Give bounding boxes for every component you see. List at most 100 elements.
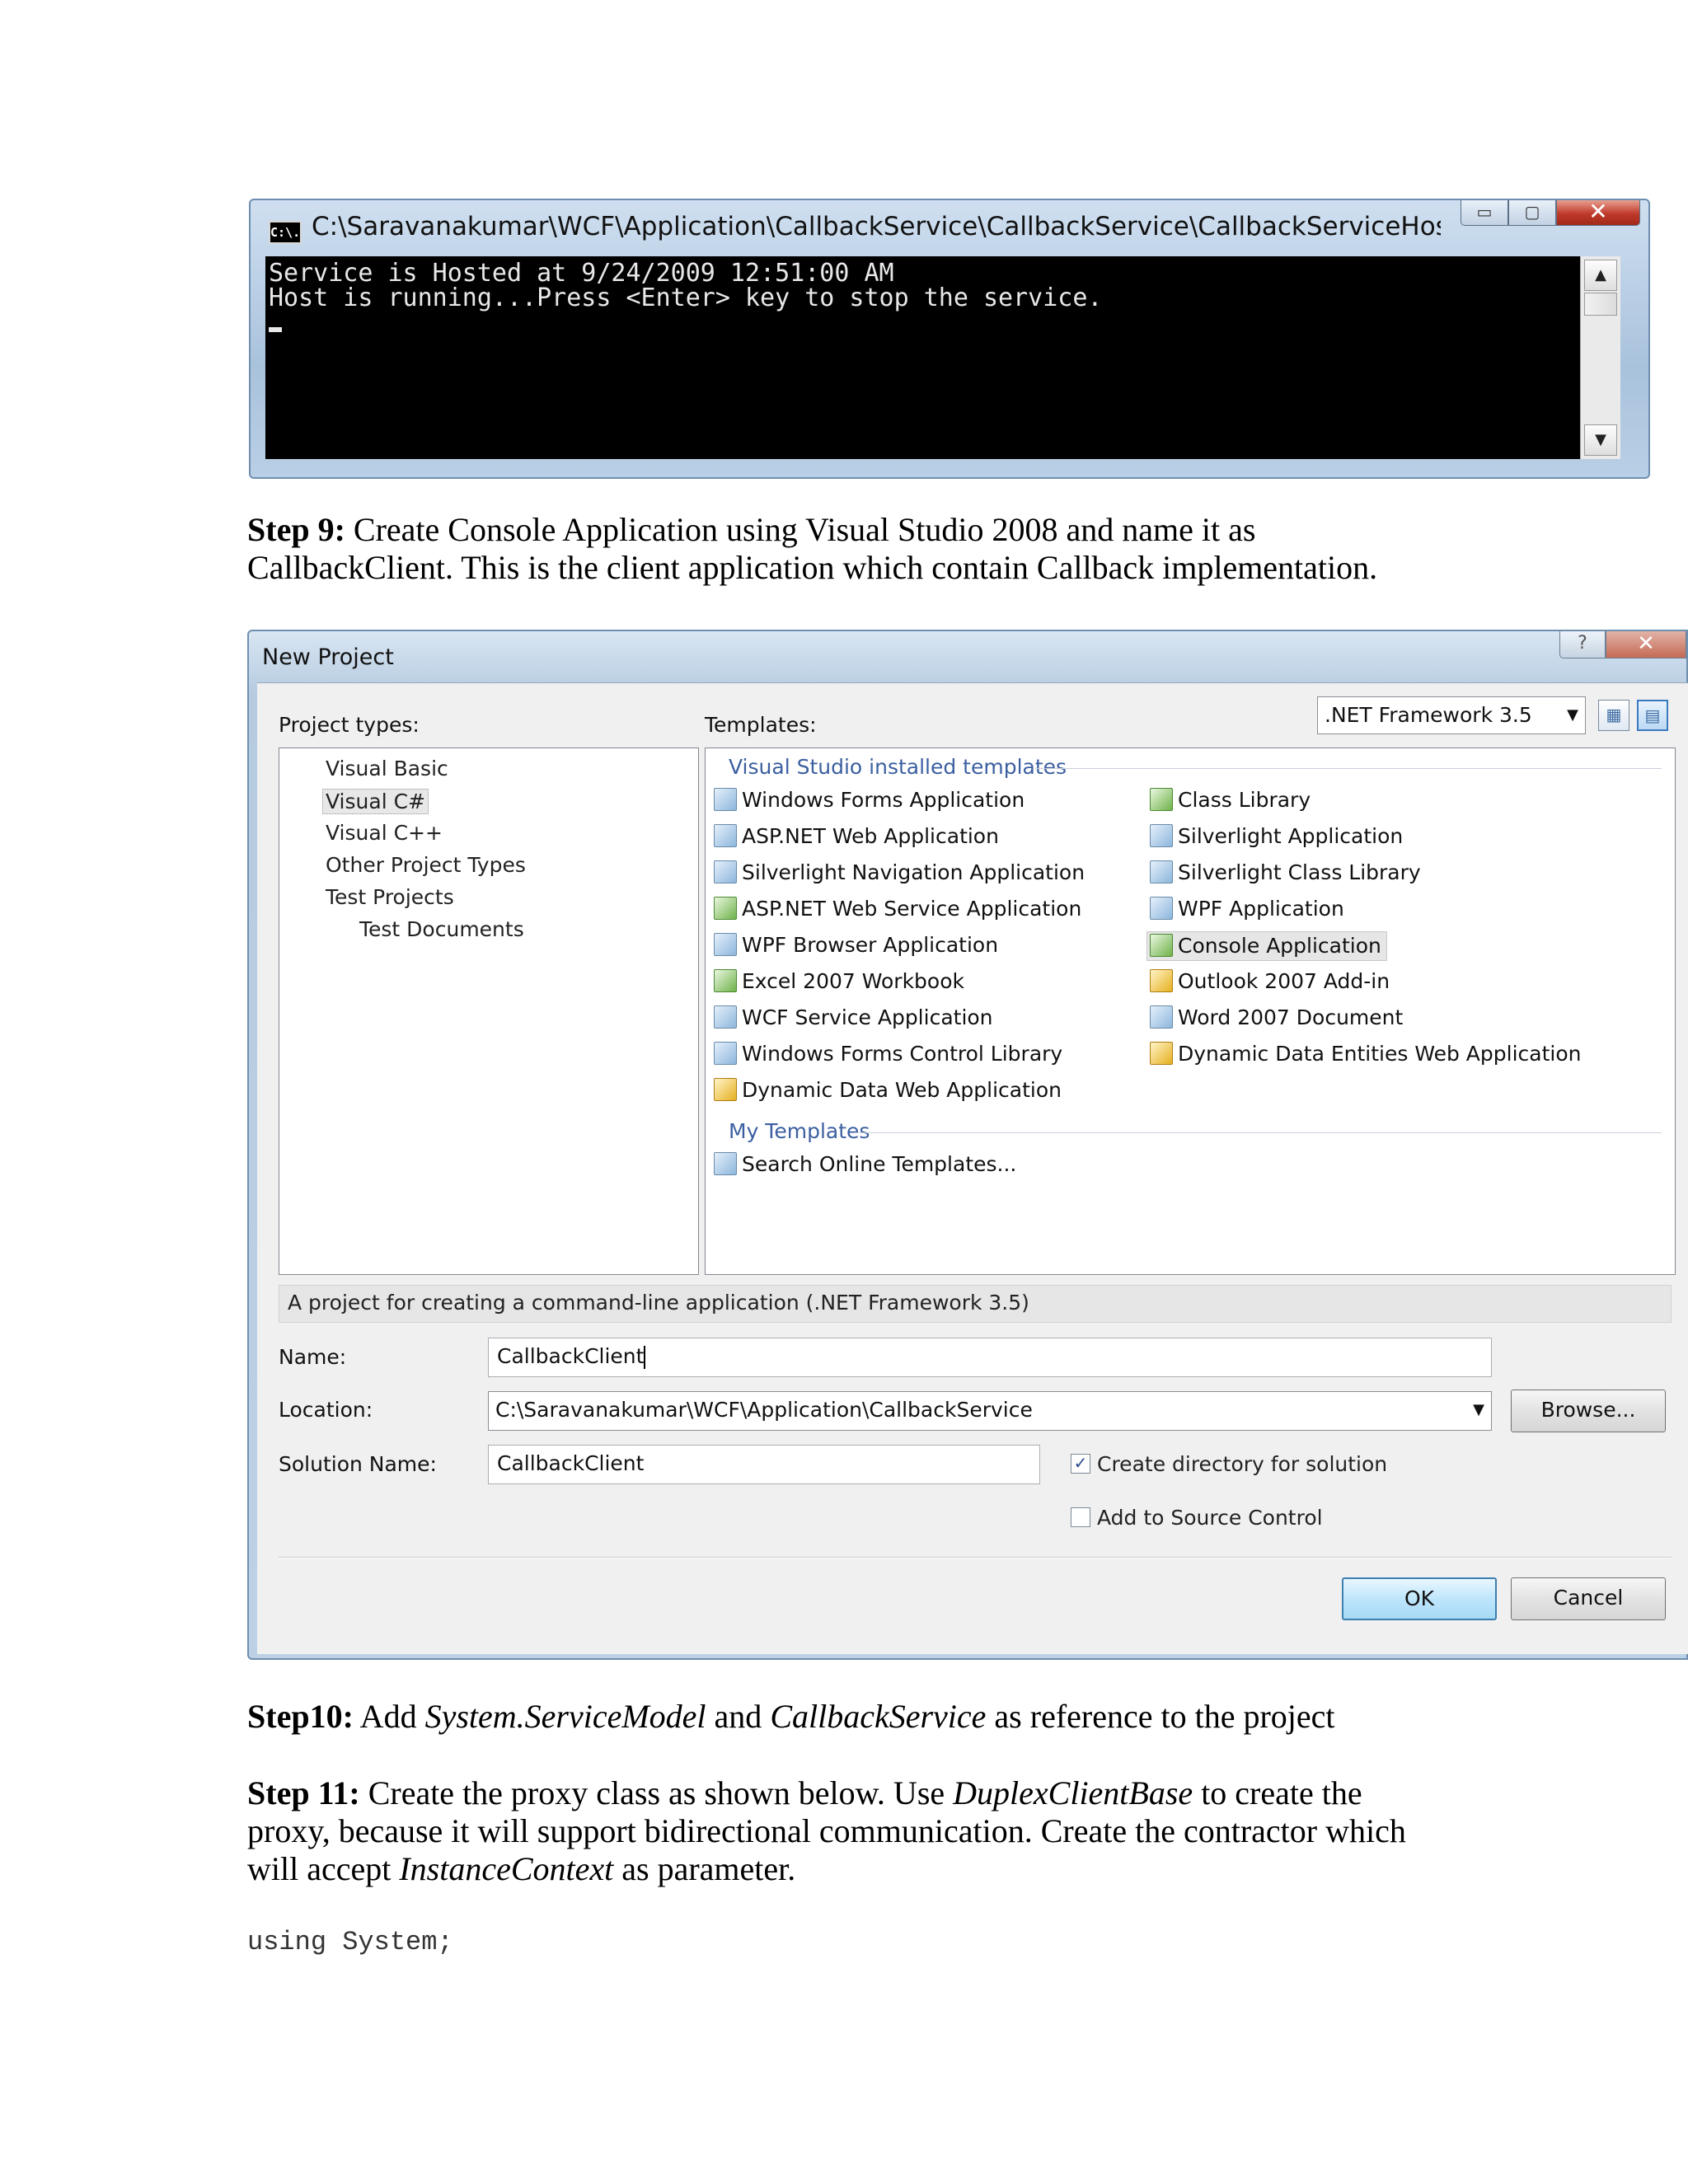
template-label: WPF Application	[1178, 897, 1344, 921]
template-label: Dynamic Data Entities Web Application	[1178, 1042, 1582, 1066]
framework-select-value: .NET Framework 3.5	[1325, 703, 1532, 727]
template-item[interactable]: ASP.NET Web Application	[714, 823, 999, 851]
template-label: Silverlight Class Library	[1178, 860, 1421, 884]
chevron-down-icon: ▼	[1567, 706, 1578, 724]
template-label: Class Library	[1178, 788, 1311, 812]
template-item[interactable]: Class Library	[1150, 786, 1311, 814]
group-divider	[1035, 768, 1662, 769]
windows-forms-icon	[714, 788, 737, 811]
cmd-icon: C:\.	[269, 221, 302, 244]
template-item[interactable]: WPF Browser Application	[714, 931, 998, 959]
grid-view-icon: ▦	[1606, 705, 1622, 724]
dialog-separator	[279, 1557, 1672, 1558]
template-item[interactable]: Dynamic Data Web Application	[714, 1076, 1062, 1104]
large-icons-view-button[interactable]: ▦	[1598, 700, 1629, 731]
location-combo[interactable]: C:\Saravanakumar\WCF\Application\Callbac…	[488, 1391, 1492, 1431]
project-types-label: Project types:	[279, 713, 420, 737]
group-divider	[854, 1132, 1662, 1133]
aspnet-service-icon	[714, 897, 737, 920]
framework-select[interactable]: .NET Framework 3.5 ▼	[1317, 696, 1586, 734]
dynamic-data-icon	[714, 1078, 737, 1101]
template-item[interactable]: WPF Application	[1150, 895, 1344, 923]
step11-paragraph: Step 11: Create the proxy class as shown…	[247, 1774, 1442, 1888]
solution-name-field[interactable]: CallbackClient	[488, 1445, 1040, 1484]
source-control-checkbox[interactable]: Add to Source Control	[1071, 1506, 1323, 1530]
silverlight-nav-icon	[714, 860, 737, 883]
browse-button[interactable]: Browse...	[1511, 1390, 1666, 1432]
wcf-service-icon	[714, 1005, 737, 1029]
location-label: Location:	[279, 1398, 373, 1422]
tree-item-visual-cpp[interactable]: Visual C++	[326, 821, 443, 845]
template-label: Word 2007 Document	[1178, 1005, 1404, 1029]
scroll-up-icon[interactable]: ▲	[1584, 260, 1617, 291]
maximize-button[interactable]: ▢	[1508, 200, 1556, 226]
installed-templates-group: Visual Studio installed templates	[729, 755, 1067, 779]
tree-item-test-projects[interactable]: Test Projects	[326, 885, 454, 909]
step11-text: Create the proxy class as shown below. U…	[359, 1774, 954, 1811]
console-title: C:\Saravanakumar\WCF\Application\Callbac…	[312, 212, 1441, 241]
template-item[interactable]: WCF Service Application	[714, 1004, 993, 1032]
silverlight-lib-icon	[1150, 860, 1173, 883]
template-item[interactable]: Dynamic Data Entities Web Application	[1150, 1040, 1581, 1068]
template-item[interactable]: Windows Forms Application	[714, 786, 1025, 814]
dialog-close-button[interactable]: ✕	[1606, 631, 1686, 658]
create-directory-checkbox[interactable]: ✓ Create directory for solution	[1071, 1452, 1387, 1477]
template-item-selected[interactable]: Console Application	[1146, 931, 1387, 961]
template-item[interactable]: ASP.NET Web Service Application	[714, 895, 1081, 923]
class-library-icon	[1150, 788, 1173, 811]
dynamic-entities-icon	[1150, 1042, 1173, 1065]
step11-text: as parameter.	[613, 1850, 796, 1887]
template-item[interactable]: Word 2007 Document	[1150, 1004, 1403, 1032]
console-window: C:\. C:\Saravanakumar\WCF\Application\Ca…	[249, 199, 1650, 479]
console-line: Host is running...Press <Enter> key to s…	[269, 284, 1103, 312]
template-description: A project for creating a command-line ap…	[279, 1285, 1672, 1323]
scroll-thumb[interactable]	[1584, 293, 1617, 316]
templates-label-text: Templates:	[705, 713, 817, 737]
tree-item-other-project-types[interactable]: Other Project Types	[326, 853, 526, 877]
ok-button[interactable]: OK	[1342, 1577, 1497, 1620]
template-item[interactable]: Excel 2007 Workbook	[714, 968, 964, 996]
templates-label: Templates:	[705, 713, 817, 737]
cancel-button[interactable]: Cancel	[1511, 1577, 1666, 1620]
step9-text: Create Console Application using Visual …	[247, 511, 1378, 586]
template-label: ASP.NET Web Application	[742, 824, 999, 848]
template-item[interactable]: Silverlight Application	[1150, 823, 1403, 851]
tree-item-test-documents[interactable]: Test Documents	[359, 917, 524, 941]
search-online-templates[interactable]: Search Online Templates...	[714, 1151, 1016, 1179]
tree-item-visual-csharp[interactable]: Visual C#	[322, 789, 429, 814]
silverlight-app-icon	[1150, 824, 1173, 847]
scroll-down-icon[interactable]: ▼	[1584, 424, 1617, 456]
template-item[interactable]: Outlook 2007 Add-in	[1150, 968, 1390, 996]
source-control-label: Add to Source Control	[1097, 1506, 1323, 1530]
search-online-icon	[714, 1152, 737, 1175]
template-label: Silverlight Application	[1178, 824, 1404, 848]
console-scrollbar[interactable]: ▲ ▼	[1580, 256, 1620, 459]
templates-list[interactable]: Visual Studio installed templates Window…	[705, 748, 1676, 1275]
minimize-button[interactable]: ▭	[1461, 200, 1508, 226]
template-label: Search Online Templates...	[742, 1152, 1017, 1176]
template-item[interactable]: Silverlight Class Library	[1150, 859, 1421, 887]
help-button[interactable]: ?	[1559, 631, 1606, 658]
location-value: C:\Saravanakumar\WCF\Application\Callbac…	[495, 1398, 1033, 1422]
dialog-title: New Project	[262, 644, 394, 670]
console-titlebar[interactable]: C:\. C:\Saravanakumar\WCF\Application\Ca…	[251, 200, 1648, 258]
outlook-icon	[1150, 969, 1173, 992]
step10-text: and	[706, 1698, 771, 1735]
tree-item-visual-basic[interactable]: Visual Basic	[326, 757, 448, 780]
close-button[interactable]: ✕	[1556, 200, 1640, 226]
project-types-tree[interactable]: Visual Basic Visual C# Visual C++ Other …	[279, 748, 699, 1275]
excel-icon	[714, 969, 737, 992]
small-icons-view-button[interactable]: ▤	[1637, 700, 1668, 731]
step10-label: Step10:	[247, 1698, 354, 1735]
create-directory-label: Create directory for solution	[1097, 1452, 1388, 1476]
template-item[interactable]: Silverlight Navigation Application	[714, 859, 1085, 887]
console-output[interactable]: Service is Hosted at 9/24/2009 12:51:00 …	[265, 256, 1580, 459]
template-label: Dynamic Data Web Application	[742, 1078, 1062, 1102]
control-library-icon	[714, 1042, 737, 1065]
name-field[interactable]: CallbackClient	[488, 1338, 1492, 1377]
step11-emphasis: InstanceContext	[399, 1850, 614, 1887]
project-types-label-text: Project types:	[279, 713, 420, 737]
template-item[interactable]: Windows Forms Control Library	[714, 1040, 1062, 1068]
console-app-icon	[1150, 934, 1173, 957]
aspnet-web-icon	[714, 824, 737, 847]
